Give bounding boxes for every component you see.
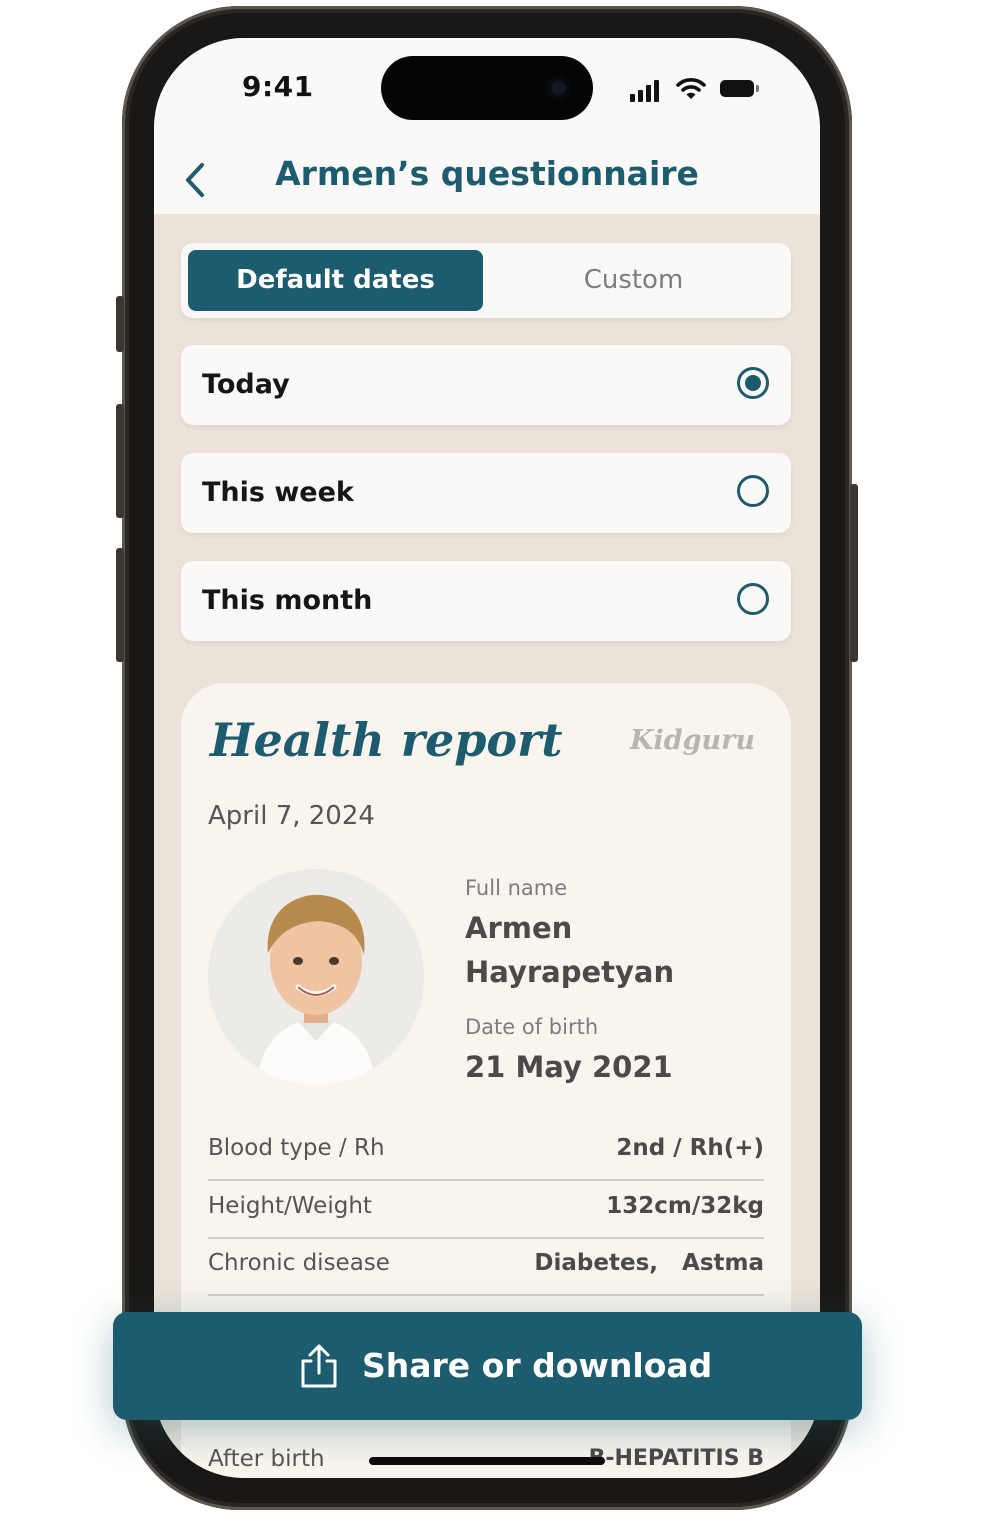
share-icon (301, 1344, 337, 1388)
row-value: 2nd / Rh(+) (616, 1135, 764, 1161)
volume-down-button (116, 548, 124, 662)
volume-up-button (116, 404, 124, 518)
radio-unselected-icon[interactable] (737, 583, 769, 615)
info-row-chronic-disease: Chronic disease Diabetes, Astma (208, 1238, 764, 1296)
date-mode-segmented-control: Default dates Custom (181, 243, 791, 318)
dob-label: Date of birth (465, 1015, 599, 1039)
child-photo-icon (208, 869, 424, 1085)
row-key: Height/Weight (208, 1193, 372, 1219)
power-button (850, 484, 858, 662)
wifi-icon (676, 78, 706, 99)
tab-default-dates[interactable]: Default dates (188, 250, 483, 311)
info-row-blood-type: Blood type / Rh 2nd / Rh(+) (208, 1123, 764, 1181)
option-label: Today (202, 369, 290, 400)
phone-screen: 9:41 Armen’s questionnaire Default dates… (154, 38, 820, 1478)
kidguru-logo: Kidguru (630, 725, 755, 756)
option-this-month[interactable]: This month (181, 561, 791, 641)
dynamic-island (381, 56, 593, 120)
option-label: This week (202, 477, 354, 508)
full-name-label: Full name (465, 876, 568, 900)
status-time: 9:41 (242, 70, 314, 103)
battery-icon (720, 80, 759, 97)
last-name-value: Hayrapetyan (465, 955, 675, 989)
first-name-value: Armen (465, 911, 573, 945)
row-key: After birth (208, 1446, 325, 1472)
action-button (116, 296, 124, 352)
camera-icon (547, 76, 571, 100)
page-title: Armen’s questionnaire (275, 154, 699, 193)
dob-value: 21 May 2021 (465, 1050, 673, 1084)
header-bar: 9:41 Armen’s questionnaire (154, 38, 820, 214)
option-today[interactable]: Today (181, 345, 791, 425)
option-label: This month (202, 585, 373, 616)
row-key: Chronic disease (208, 1250, 390, 1276)
share-button-label: Share or download (362, 1346, 713, 1385)
report-date: April 7, 2024 (208, 801, 375, 831)
home-indicator[interactable] (369, 1457, 605, 1465)
tab-custom[interactable]: Custom (483, 250, 784, 311)
row-value: 132cm/32kg (606, 1193, 764, 1219)
info-row-height-weight: Height/Weight 132cm/32kg (208, 1181, 764, 1239)
share-or-download-button[interactable]: Share or download (113, 1312, 862, 1420)
row-value: B-HEPATITIS B (588, 1446, 764, 1471)
radio-selected-icon[interactable] (737, 367, 769, 399)
row-value: Diabetes, Astma (534, 1250, 764, 1276)
child-avatar (208, 869, 424, 1085)
report-title: Health report (210, 713, 563, 767)
row-key: Blood type / Rh (208, 1135, 385, 1161)
option-this-week[interactable]: This week (181, 453, 791, 533)
radio-unselected-icon[interactable] (737, 475, 769, 507)
app-stage: 9:41 Armen’s questionnaire Default dates… (0, 0, 997, 1518)
